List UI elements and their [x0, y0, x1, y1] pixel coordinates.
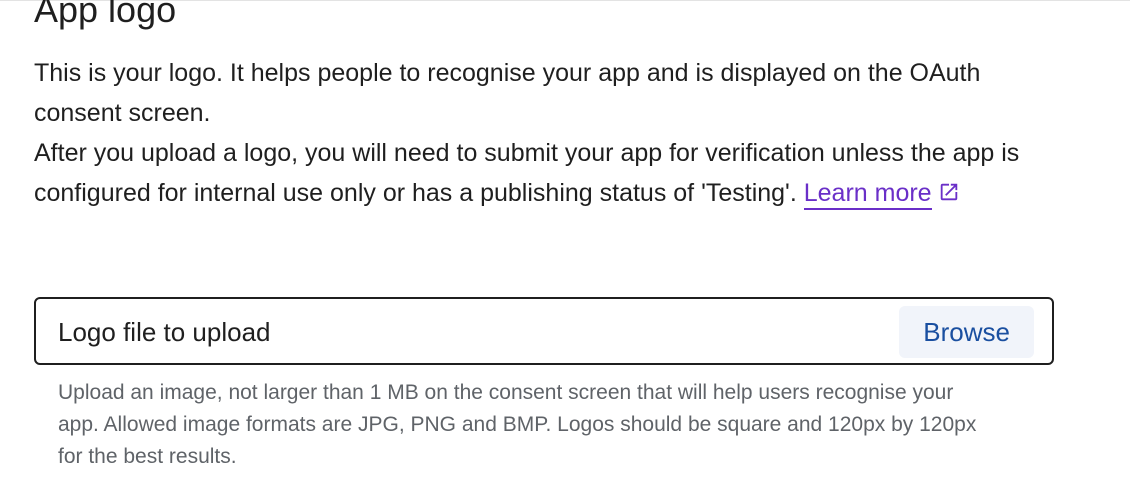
logo-upload-field[interactable]: Logo file to upload Browse	[34, 297, 1054, 365]
learn-more-label[interactable]: Learn more	[804, 179, 932, 207]
description-line-1: This is your logo. It helps people to re…	[34, 59, 981, 127]
upload-helper-text: Upload an image, not larger than 1 MB on…	[58, 381, 977, 468]
description-line-2: After you upload a logo, you will need t…	[34, 133, 1074, 213]
section-description: This is your logo. It helps people to re…	[34, 53, 1074, 213]
external-link-icon[interactable]	[938, 181, 960, 203]
section-title: App logo	[34, 0, 177, 30]
browse-button[interactable]: Browse	[899, 306, 1034, 358]
learn-more-link[interactable]: Learn more	[803, 179, 932, 210]
app-logo-section: App logo This is your logo. It helps peo…	[0, 0, 1130, 484]
upload-field-label: Logo file to upload	[58, 317, 271, 347]
